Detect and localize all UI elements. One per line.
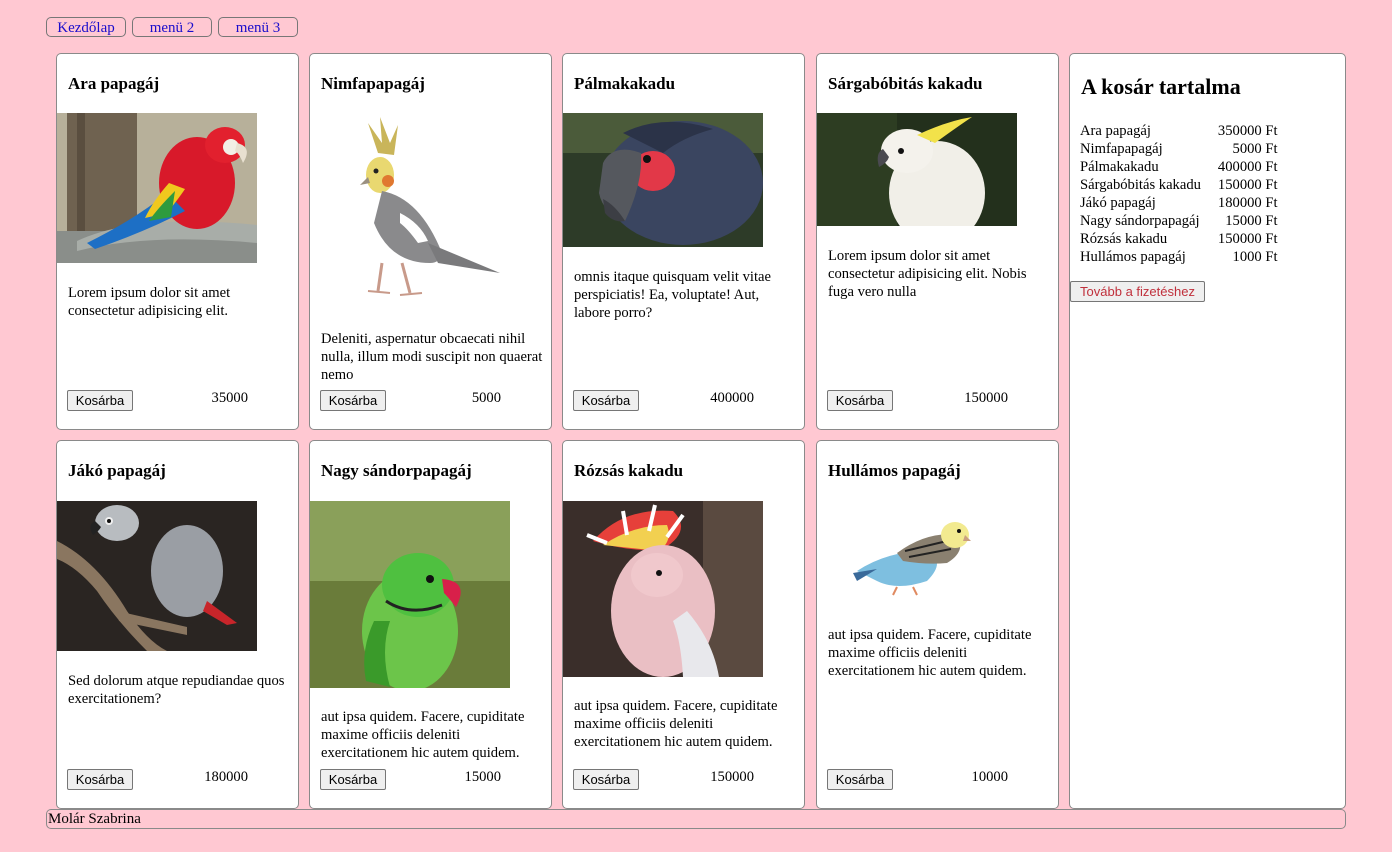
cart-row: Hullámos papagáj 1000 Ft bbox=[1079, 248, 1279, 266]
cart-item-name: Hullámos papagáj bbox=[1080, 249, 1186, 265]
cart-item-name: Pálmakakadu bbox=[1080, 159, 1159, 175]
product-image-rozsas bbox=[563, 501, 763, 677]
cart-item-name: Nagy sándorpapagáj bbox=[1080, 213, 1200, 229]
product-price: 400000 bbox=[710, 390, 754, 406]
product-image-palma bbox=[563, 113, 763, 247]
cart-item-name: Jákó papagáj bbox=[1080, 195, 1156, 211]
cart-row: Sárgabóbitás kakadu 150000 Ft bbox=[1079, 176, 1279, 194]
product-price: 15000 bbox=[464, 769, 501, 785]
product-price: 180000 bbox=[204, 769, 248, 785]
product-title: Nimfapapagáj bbox=[321, 74, 425, 93]
add-to-cart-button[interactable]: Kosárba bbox=[827, 390, 893, 411]
product-title: Ara papagáj bbox=[68, 74, 160, 93]
product-price: 5000 bbox=[471, 390, 501, 406]
product-card-palma: Pálmakakadu omnis itaque quisquam velit … bbox=[562, 53, 805, 430]
product-image-sargabobitas bbox=[817, 113, 1017, 226]
footer-author: Molár Szabrina bbox=[46, 809, 1346, 829]
product-image-ara bbox=[57, 113, 257, 263]
cart-items-table: Ara papagáj 350000 Ft Nimfapapagáj 5000 Ft… bbox=[1079, 122, 1279, 266]
add-to-cart-button[interactable]: Kosárba bbox=[573, 769, 639, 790]
cart-item-amount: 350000 Ft bbox=[1217, 123, 1278, 139]
product-card-rozsas: Rózsás kakadu aut ipsa quidem. Facere, c… bbox=[562, 440, 805, 809]
cart-row: Nimfapapagáj 5000 Ft bbox=[1079, 140, 1279, 158]
product-description: omnis itaque quisquam velit vitae perspi… bbox=[574, 269, 771, 321]
product-image-hullamos bbox=[817, 501, 1017, 611]
add-to-cart-button[interactable]: Kosárba bbox=[827, 769, 893, 790]
product-description: aut ipsa quidem. Facere, cupiditate maxi… bbox=[321, 709, 525, 761]
product-price: 150000 bbox=[710, 769, 754, 785]
nav-home-button[interactable]: Kezdőlap bbox=[46, 17, 126, 37]
product-description: Sed dolorum atque repudiandae quos exerc… bbox=[68, 673, 285, 707]
cart-item-amount: 400000 Ft bbox=[1217, 159, 1278, 175]
product-image-nagysandor bbox=[310, 501, 510, 688]
cart-item-amount: 15000 Ft bbox=[1225, 213, 1278, 229]
product-price: 35000 bbox=[211, 390, 248, 406]
product-card-ara: Ara papagáj Lorem ipsum dolor sit amet c… bbox=[56, 53, 299, 430]
cart-row: Jákó papagáj 180000 Ft bbox=[1079, 194, 1279, 212]
product-title: Rózsás kakadu bbox=[574, 461, 684, 480]
add-to-cart-button[interactable]: Kosárba bbox=[320, 390, 386, 411]
product-description: Lorem ipsum dolor sit amet consectetur a… bbox=[828, 248, 1027, 300]
cart-item-name: Sárgabóbitás kakadu bbox=[1080, 177, 1201, 193]
product-card-nagysandor: Nagy sándorpapagáj aut ipsa quidem. Face… bbox=[309, 440, 552, 809]
product-description: aut ipsa quidem. Facere, cupiditate maxi… bbox=[828, 627, 1032, 679]
product-description: Lorem ipsum dolor sit amet consectetur a… bbox=[68, 285, 231, 319]
cart-item-name: Ara papagáj bbox=[1080, 123, 1151, 139]
cart-item-amount: 150000 Ft bbox=[1217, 177, 1278, 193]
product-description: aut ipsa quidem. Facere, cupiditate maxi… bbox=[574, 698, 778, 750]
product-price: 10000 bbox=[971, 769, 1008, 785]
product-price: 150000 bbox=[964, 390, 1008, 406]
product-description: Deleniti, aspernatur obcaecati nihil nul… bbox=[321, 331, 543, 383]
top-nav: Kezdőlap menü 2 menü 3 bbox=[46, 17, 298, 37]
nav-menu-3-button[interactable]: menü 3 bbox=[218, 17, 298, 37]
cart-item-name: Rózsás kakadu bbox=[1080, 231, 1168, 247]
product-title: Jákó papagáj bbox=[68, 461, 166, 480]
product-title: Sárgabóbitás kakadu bbox=[828, 74, 983, 93]
product-image-nimfa bbox=[310, 113, 510, 313]
cart-item-name: Nimfapapagáj bbox=[1080, 141, 1163, 157]
product-card-jako: Jákó papagáj Sed dolorum atque repudiand… bbox=[56, 440, 299, 809]
product-image-jako bbox=[57, 501, 257, 651]
cart-row: Nagy sándorpapagáj 15000 Ft bbox=[1079, 212, 1279, 230]
product-card-hullamos: Hullámos papagáj aut ipsa quidem. Facere… bbox=[816, 440, 1059, 809]
product-card-sargabobitas: Sárgabóbitás kakadu Lorem ipsum dolor si… bbox=[816, 53, 1059, 430]
cart-panel: A kosár tartalma Ara papagáj 350000 Ft Ni… bbox=[1069, 53, 1346, 809]
cart-item-amount: 150000 Ft bbox=[1217, 231, 1278, 247]
add-to-cart-button[interactable]: Kosárba bbox=[67, 769, 133, 790]
checkout-button[interactable]: Tovább a fizetéshez bbox=[1070, 281, 1205, 302]
nav-menu-2-button[interactable]: menü 2 bbox=[132, 17, 212, 37]
cart-item-amount: 1000 Ft bbox=[1232, 249, 1278, 265]
add-to-cart-button[interactable]: Kosárba bbox=[573, 390, 639, 411]
cart-row: Ara papagáj 350000 Ft bbox=[1079, 122, 1279, 140]
cart-row: Rózsás kakadu 150000 Ft bbox=[1079, 230, 1279, 248]
add-to-cart-button[interactable]: Kosárba bbox=[320, 769, 386, 790]
product-card-nimfa: Nimfapapagáj Deleniti, aspernatur obcaec… bbox=[309, 53, 552, 430]
product-title: Nagy sándorpapagáj bbox=[321, 461, 472, 480]
product-title: Hullámos papagáj bbox=[828, 461, 961, 480]
cart-title: A kosár tartalma bbox=[1081, 74, 1241, 99]
cart-item-amount: 180000 Ft bbox=[1217, 195, 1278, 211]
cart-row: Pálmakakadu 400000 Ft bbox=[1079, 158, 1279, 176]
product-title: Pálmakakadu bbox=[574, 74, 676, 93]
add-to-cart-button[interactable]: Kosárba bbox=[67, 390, 133, 411]
cart-item-amount: 5000 Ft bbox=[1232, 141, 1278, 157]
